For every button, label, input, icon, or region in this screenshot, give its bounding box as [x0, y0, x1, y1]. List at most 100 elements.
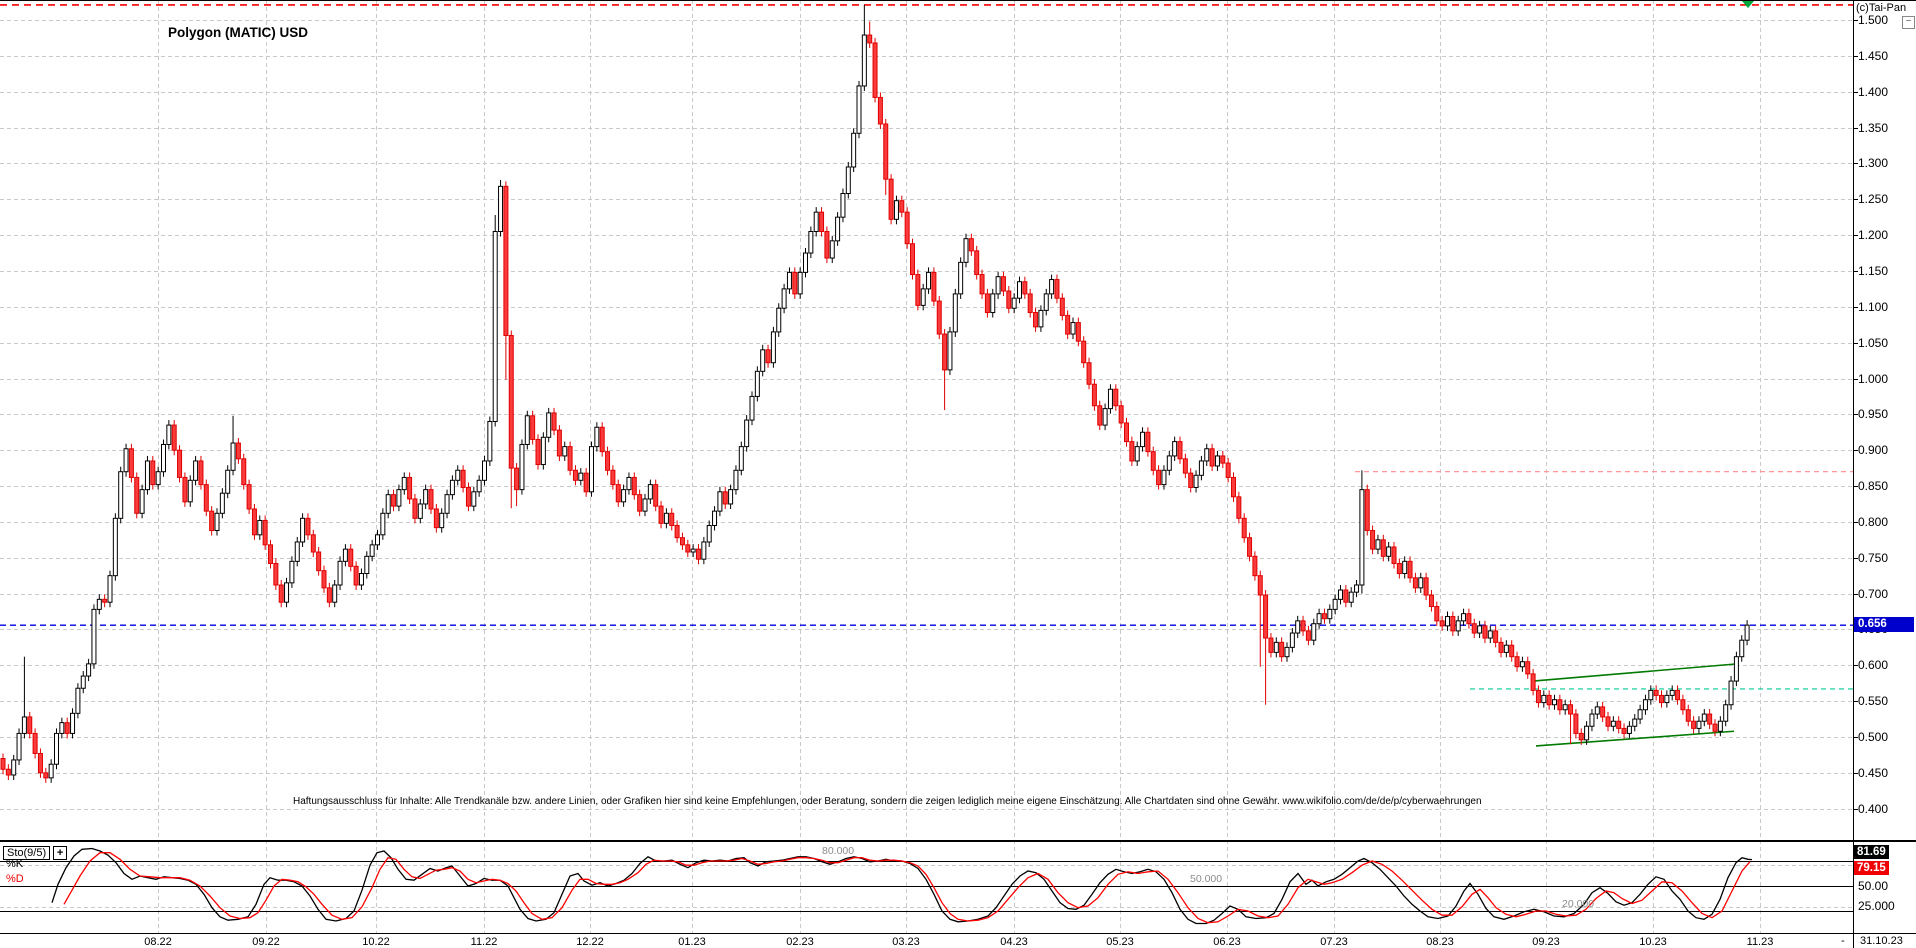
candle-body [836, 217, 840, 241]
candle-body [311, 535, 315, 552]
candle-body [65, 723, 69, 734]
candle-body [1205, 449, 1209, 461]
candle-body [1296, 621, 1300, 633]
candle-body [1665, 695, 1669, 702]
candle-body [862, 35, 866, 86]
candle [557, 425, 561, 461]
candle-body [1595, 707, 1599, 714]
minimize-icon[interactable]: − [1902, 16, 1915, 29]
candle-body [900, 201, 904, 212]
candle [1087, 358, 1091, 390]
candle-body [1333, 599, 1337, 609]
price-axis-tick: 0.500 [1858, 730, 1888, 744]
candle [793, 267, 797, 299]
candle-body [1237, 497, 1241, 519]
candle [809, 226, 813, 258]
candle [525, 411, 529, 450]
candle [172, 420, 176, 455]
candle-body [1322, 614, 1326, 619]
candle-body [755, 371, 759, 396]
add-indicator-icon[interactable]: + [53, 846, 67, 860]
candle-body [210, 511, 214, 530]
price-axis-tick: 0.450 [1858, 766, 1888, 780]
candle-body [953, 294, 957, 332]
candle-body [1221, 456, 1225, 463]
candle-body [846, 167, 850, 194]
candle-body [12, 760, 16, 775]
candle-body [1660, 695, 1664, 702]
price-axis-tick: 1.300 [1858, 156, 1888, 170]
candle [959, 257, 963, 299]
candle-body [55, 733, 59, 764]
candle [1365, 485, 1369, 536]
candle-body [333, 585, 337, 602]
candle-body [1462, 614, 1466, 621]
candle-body [980, 275, 984, 294]
candle-body [1702, 714, 1706, 721]
candle-body [402, 477, 406, 489]
candle-body [552, 413, 556, 430]
candle-body [1028, 294, 1032, 313]
candle-body [1429, 595, 1433, 606]
candle [531, 411, 535, 445]
price-axis-tick: 0.700 [1858, 587, 1888, 601]
candle-body [1274, 642, 1278, 652]
candle-body [1553, 700, 1557, 705]
candle-body [92, 609, 96, 663]
candle-body [798, 272, 802, 294]
candle-body [290, 561, 294, 583]
candle-body [103, 599, 107, 602]
stoch-inpanel-level-label: 80.000 [822, 845, 854, 857]
candle-body [28, 717, 32, 733]
candle [536, 434, 540, 469]
chart-window[interactable]: Polygon (MATIC) USD (c)Tai-Pan − Haftung… [0, 0, 1916, 948]
candle-body [1055, 280, 1059, 299]
candle-body [745, 420, 749, 447]
candle-body [606, 452, 610, 471]
candle-body [295, 542, 299, 561]
candle-body [38, 753, 42, 772]
candle-body [1012, 298, 1016, 308]
candle-body [504, 186, 508, 335]
candle-body [563, 447, 567, 456]
candle-body [129, 449, 133, 478]
candle-body [1371, 531, 1375, 550]
candle-body [1713, 724, 1717, 731]
candle-body [140, 490, 144, 514]
candle [113, 513, 117, 580]
candle-body [1092, 384, 1096, 406]
candle-body [60, 723, 64, 734]
candle-body [1339, 590, 1343, 599]
candle-body [81, 676, 85, 688]
candle-body [1440, 621, 1444, 626]
candle-body [557, 430, 561, 456]
candle [338, 556, 342, 590]
candle-body [1558, 700, 1562, 710]
candle-body [1579, 733, 1583, 739]
candle-body [622, 490, 626, 502]
candle-body [1248, 538, 1252, 557]
candle-body [1365, 490, 1369, 531]
date-axis-tick: 01.23 [672, 936, 712, 948]
candle-body [1697, 721, 1701, 728]
candle-body [167, 425, 171, 444]
candle-body [1531, 674, 1535, 690]
candle-body [536, 439, 540, 464]
candle-body [1627, 726, 1631, 733]
candle-body [76, 688, 80, 713]
candle-body [707, 525, 711, 541]
candle [964, 234, 968, 268]
candle [1082, 336, 1086, 368]
candle-body [691, 549, 695, 552]
candle-body [493, 232, 497, 422]
candle-body [1472, 624, 1476, 633]
candle [761, 345, 765, 377]
candle-body [354, 566, 358, 585]
candle-body [1515, 657, 1519, 667]
k-value-badge: 81.69 [1854, 845, 1889, 859]
price-axis-tick: 1.000 [1858, 372, 1888, 386]
candle-body [937, 301, 941, 334]
candle-body [969, 239, 973, 251]
candle-body [1258, 576, 1262, 595]
candle-body [1306, 631, 1310, 640]
